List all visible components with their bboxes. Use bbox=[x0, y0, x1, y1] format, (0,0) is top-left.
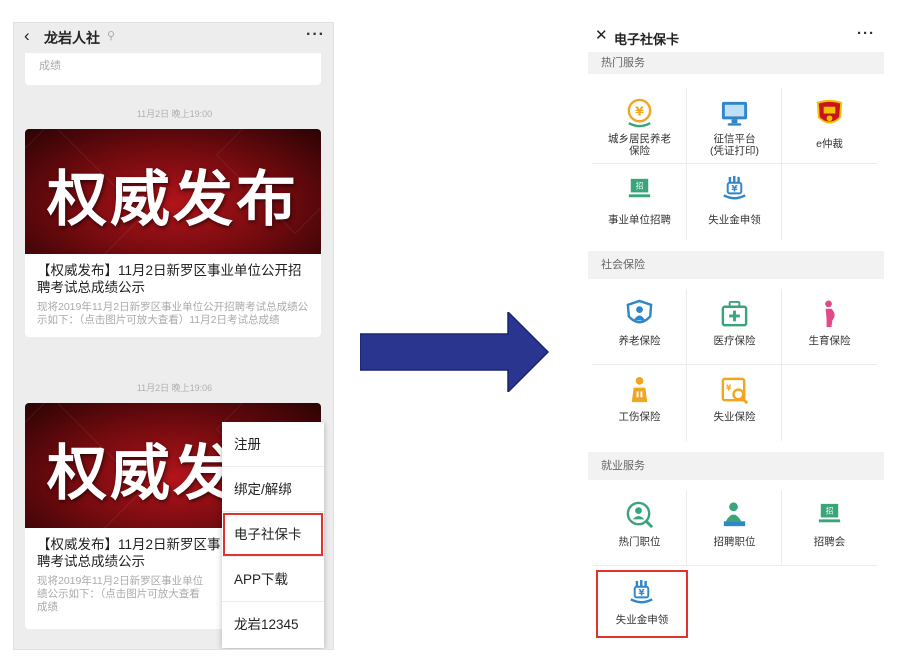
service-job-fair[interactable]: 招 招聘会 bbox=[782, 490, 877, 566]
service-label: 养老保险 bbox=[618, 335, 661, 347]
injured-person-icon bbox=[631, 376, 648, 403]
back-icon[interactable]: ‹ bbox=[24, 26, 30, 46]
article-summary-line-1: 现将2019年11月2日新罗区事业单位 bbox=[37, 575, 204, 587]
job-fair-flag-icon: 招 bbox=[818, 503, 841, 523]
service-e-arbitration[interactable]: e仲裁 bbox=[782, 88, 877, 164]
location-pin-icon: ⚲ bbox=[107, 30, 116, 42]
service-label: e仲裁 bbox=[816, 138, 843, 150]
recruit-flag-icon: 招 bbox=[628, 178, 651, 198]
svg-text:招: 招 bbox=[826, 506, 834, 516]
article-title-line-2: 聘考试总成绩公示 bbox=[37, 554, 145, 569]
service-label: 事业单位招聘 bbox=[608, 214, 671, 226]
menu-item-app-download[interactable]: APP下载 bbox=[222, 557, 324, 602]
recruiter-icon bbox=[723, 502, 746, 527]
service-recruitment-positions[interactable]: 招聘职位 bbox=[687, 490, 782, 566]
benefit-hand-icon: ¥ bbox=[630, 579, 653, 604]
section-header-social-insurance: 社会保险 bbox=[588, 251, 884, 279]
service-unemployment-benefit[interactable]: ¥ 失业金申领 bbox=[687, 164, 782, 240]
account-menu-popup: 注册 绑定/解绑 电子社保卡 APP下载 龙岩12345 bbox=[222, 422, 324, 648]
service-credit-platform[interactable]: 征信平台 (凭证打印) bbox=[687, 88, 782, 164]
service-maternity-insurance[interactable]: 生育保险 bbox=[782, 289, 877, 365]
service-label: 医疗保险 bbox=[713, 335, 756, 347]
more-icon[interactable]: ··· bbox=[857, 25, 875, 42]
service-label: 征信平台 (凭证打印) bbox=[710, 133, 759, 157]
article-summary: 现将2019年11月2日新罗区事业单位公开招聘考试总成绩公示如下：（点击图片可放… bbox=[37, 301, 309, 326]
message-timestamp: 11月2日 晚上19:00 bbox=[136, 109, 213, 119]
service-label: 失业金申领 bbox=[708, 214, 761, 226]
svg-text:招: 招 bbox=[636, 181, 644, 191]
service-label: 工伤保险 bbox=[618, 411, 661, 423]
cover-headline: 权威发布 bbox=[47, 165, 299, 235]
service-label: 招聘职位 bbox=[713, 536, 756, 548]
svg-text:¥: ¥ bbox=[731, 184, 737, 194]
e-social-security-card-screen: ✕ 电子社保卡 ··· 热门服务 ¥ 城乡居民养老 保险 征信平台 (凭证打印) bbox=[588, 22, 884, 650]
medical-kit-icon bbox=[721, 300, 748, 327]
svg-text:¥: ¥ bbox=[726, 384, 732, 393]
top-bar: ‹ 龙岩人社 ⚲ ··· bbox=[14, 23, 333, 53]
unemployment-search-icon: ¥ bbox=[721, 377, 749, 405]
article-summary-line-3: 成绩 bbox=[37, 601, 58, 613]
top-bar: ✕ 电子社保卡 ··· bbox=[588, 22, 884, 52]
service-medical-insurance[interactable]: 医疗保险 bbox=[687, 289, 782, 365]
section-header-employment-services: 就业服务 bbox=[588, 452, 884, 480]
menu-item-register[interactable]: 注册 bbox=[222, 422, 324, 467]
service-rural-pension[interactable]: ¥ 城乡居民养老 保险 bbox=[592, 88, 687, 164]
menu-item-e-social-security-card[interactable]: 电子社保卡 bbox=[222, 512, 324, 557]
monitor-icon bbox=[721, 101, 748, 126]
article-summary-line-2: 绩公示如下：（点击图片可放大查看 bbox=[37, 588, 200, 600]
previous-article-tail: 成绩 bbox=[39, 60, 61, 72]
service-label: 失业保险 bbox=[713, 411, 756, 423]
article-card[interactable]: 权威发布 【权威发布】11月2日新罗区事业单位公开招聘考试总成绩公示 现将201… bbox=[25, 129, 321, 337]
service-label: 招聘会 bbox=[813, 536, 846, 548]
article-cover-image: 权威发布 bbox=[25, 129, 321, 254]
svg-text:¥: ¥ bbox=[635, 103, 644, 118]
emblem-icon bbox=[816, 99, 843, 124]
menu-item-longyan-12345[interactable]: 龙岩12345 bbox=[222, 602, 324, 647]
service-public-institution-recruitment[interactable]: 招 事业单位招聘 bbox=[592, 164, 687, 240]
page-title: 电子社保卡 bbox=[614, 32, 680, 47]
section-header-hot-services: 热门服务 bbox=[588, 52, 884, 74]
menu-item-bind-unbind[interactable]: 绑定/解绑 bbox=[222, 467, 324, 512]
service-label: 热门职位 bbox=[618, 536, 661, 548]
close-icon[interactable]: ✕ bbox=[595, 26, 608, 44]
article-title: 【权威发布】11月2日新罗区事业单位公开招聘考试总成绩公示 bbox=[37, 263, 302, 295]
article-title-line-1: 【权威发布】11月2日新罗区事 bbox=[37, 537, 221, 552]
service-work-injury-insurance[interactable]: 工伤保险 bbox=[592, 365, 687, 441]
message-timestamp: 11月2日 晚上19:06 bbox=[136, 383, 213, 393]
service-label: 城乡居民养老 保险 bbox=[608, 133, 671, 157]
service-unemployment-insurance[interactable]: ¥ 失业保险 bbox=[687, 365, 782, 441]
yuan-coin-icon: ¥ bbox=[627, 98, 652, 128]
service-label: 失业金申领 bbox=[615, 614, 669, 626]
service-label: 生育保险 bbox=[808, 335, 851, 347]
pregnant-woman-icon bbox=[825, 300, 835, 328]
service-hot-jobs[interactable]: 热门职位 bbox=[592, 490, 687, 566]
right-arrow-icon bbox=[360, 312, 550, 392]
svg-text:¥: ¥ bbox=[638, 588, 644, 598]
benefit-hand-icon: ¥ bbox=[723, 175, 746, 200]
service-unemployment-benefit[interactable]: ¥ 失业金申领 bbox=[596, 570, 688, 638]
elderly-shield-icon bbox=[626, 299, 653, 324]
service-pension-insurance[interactable]: 养老保险 bbox=[592, 289, 687, 365]
previous-article-card[interactable]: 成绩 bbox=[25, 53, 321, 85]
wechat-official-account-screen: ‹ 龙岩人社 ⚲ ··· 成绩 11月2日 晚上19:00 权威发布 【权威发布… bbox=[13, 22, 334, 650]
account-title: 龙岩人社 bbox=[44, 30, 100, 46]
more-icon[interactable]: ··· bbox=[306, 26, 325, 44]
job-search-icon bbox=[626, 501, 654, 529]
